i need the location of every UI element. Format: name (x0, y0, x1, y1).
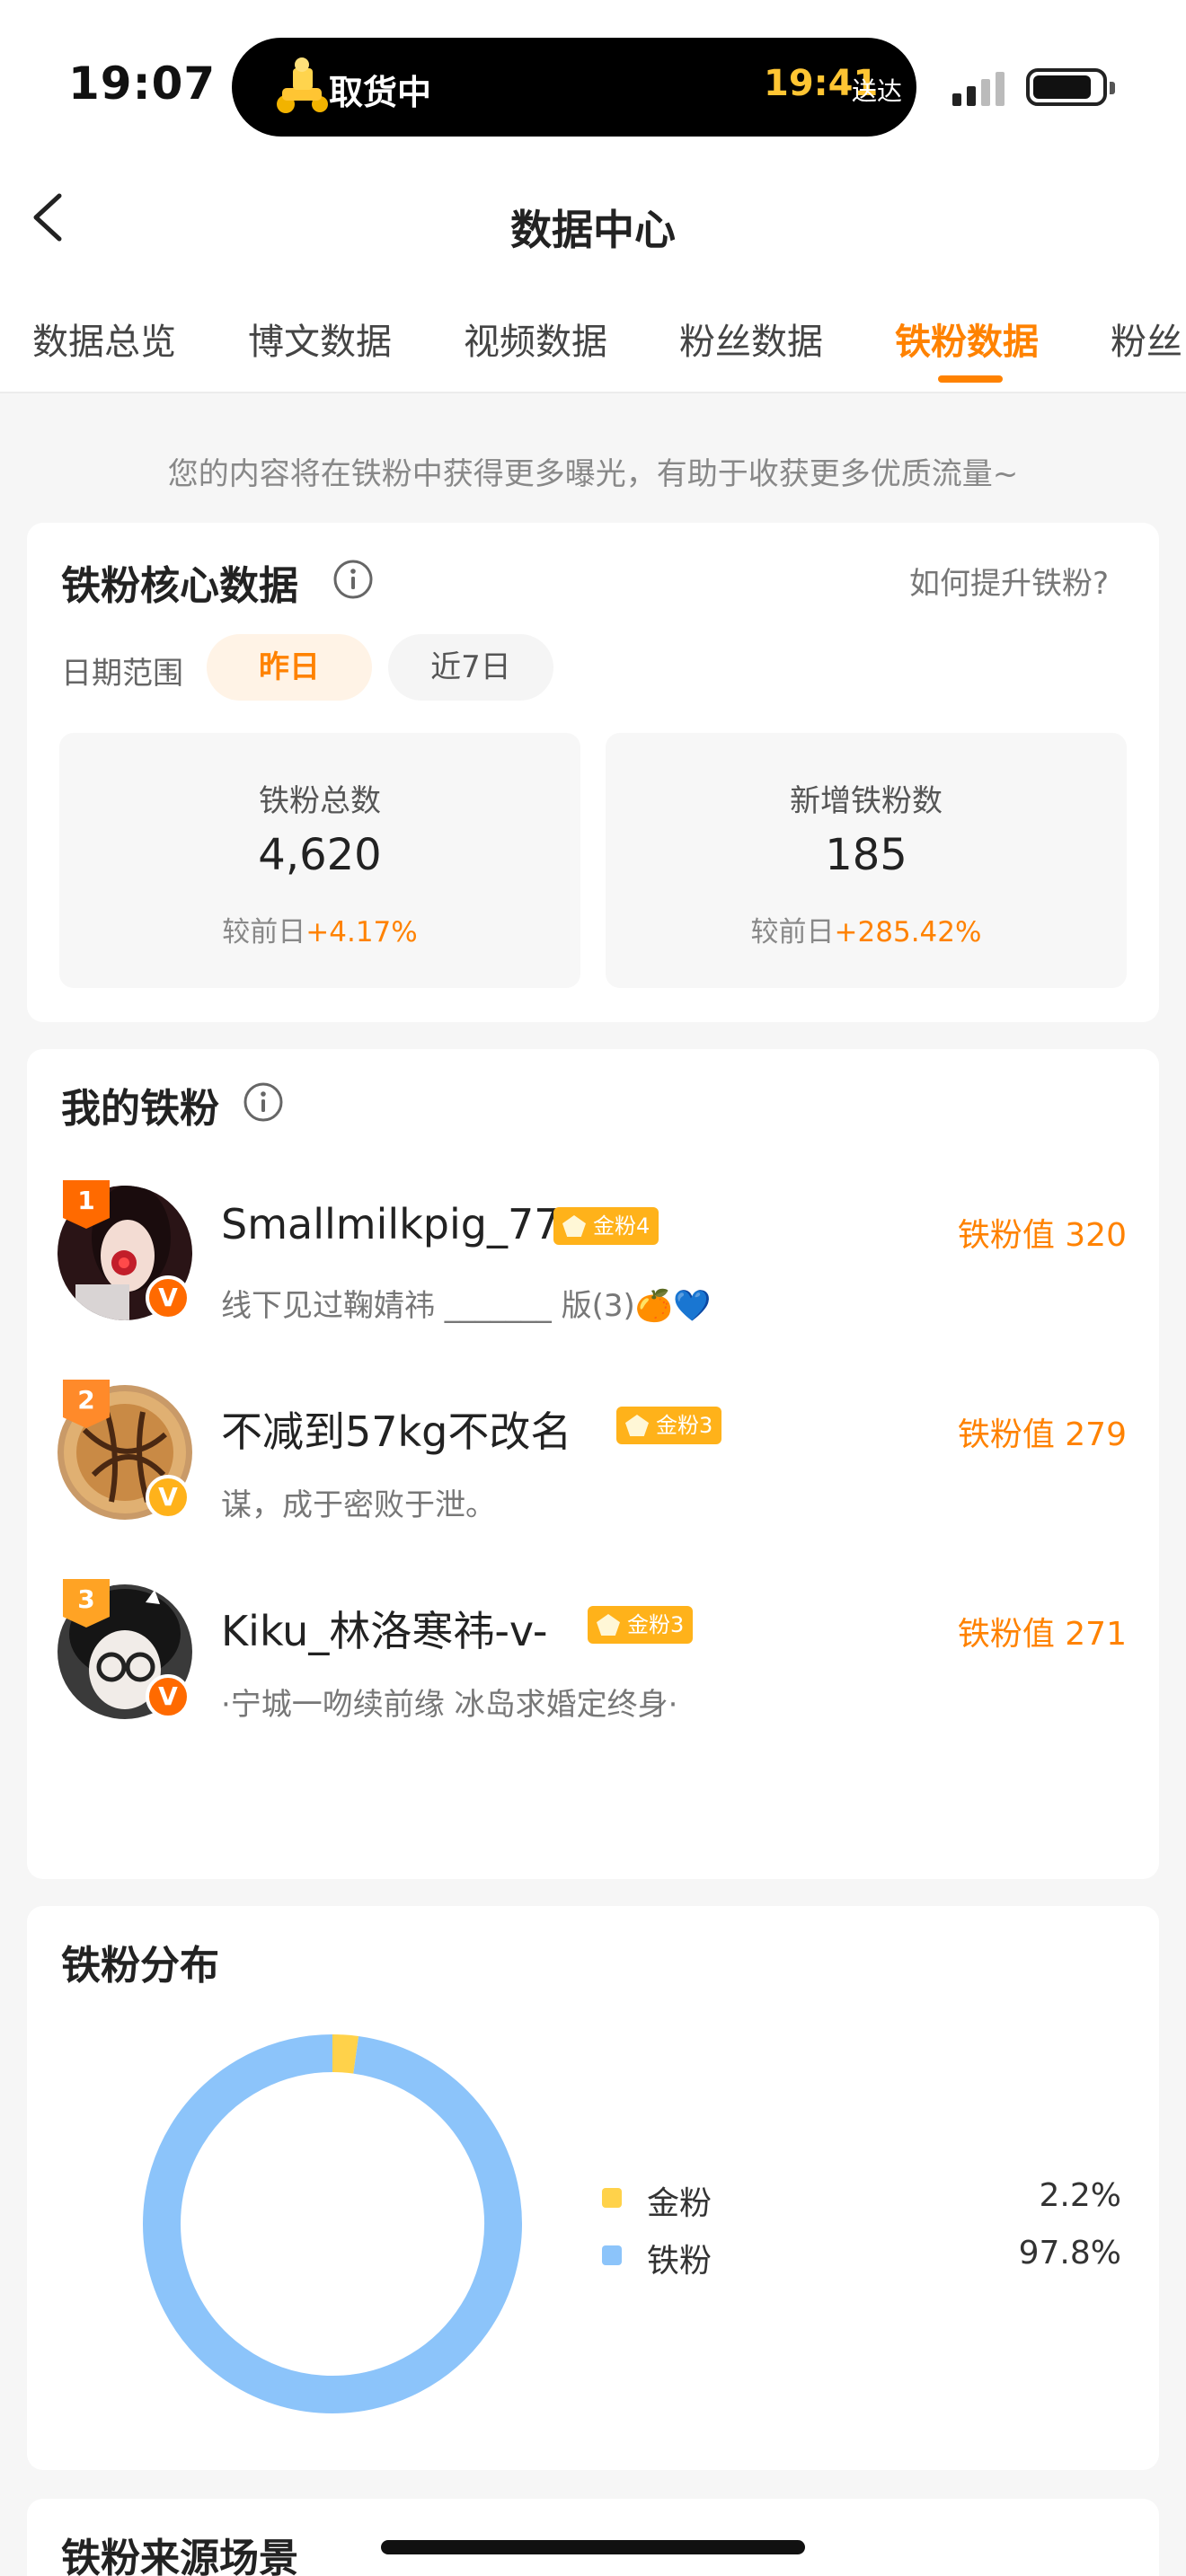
delivery-scooter-icon (277, 57, 328, 113)
rank-badge-icon: 3 (63, 1579, 110, 1628)
distribution-title: 铁粉分布 (61, 1943, 219, 1989)
my-iron-fans-card: 我的铁粉 1 V Smallmilkpig_77 金粉4 线下见过鞠婧祎 ___… (27, 1049, 1159, 1879)
stat-label: 铁粉总数 (259, 783, 381, 819)
home-indicator[interactable] (381, 2540, 805, 2554)
gold-fan-medal: 金粉3 (588, 1606, 694, 1644)
status-bar: 19:07 取货中 19:41 送达 (0, 0, 1186, 162)
island-status-text: 取货中 (329, 73, 432, 112)
fan-name[interactable]: 不减到57kg不改名 (221, 1399, 571, 1459)
exposure-tip: 您的内容将在铁粉中获得更多曝光，有助于收获更多优质流量~ (167, 456, 1019, 492)
iron-fan-value: 铁粉值 279 (957, 1416, 1127, 1453)
page-title: 数据中心 (510, 206, 676, 254)
fan-name[interactable]: Kiku_林洛寒祎-v- (221, 1599, 548, 1658)
tab-post-data[interactable]: 博文数据 (248, 313, 392, 365)
nav-header: 数据中心 (0, 162, 1186, 269)
iron-fan-value: 铁粉值 271 (957, 1616, 1127, 1653)
svg-text:3: 3 (77, 1584, 94, 1614)
stat-label: 新增铁粉数 (790, 783, 943, 819)
fan-list-item[interactable]: 1 V Smallmilkpig_77 金粉4 线下见过鞠婧祎 _______ … (27, 1180, 1159, 1329)
dynamic-island-delivery[interactable]: 取货中 19:41 送达 (232, 38, 916, 137)
legend-swatch (602, 2188, 622, 2208)
fan-bio: 线下见过鞠婧祎 _______ 版(3)🍊💙 (221, 1288, 712, 1324)
core-card-title: 铁粉核心数据 (61, 563, 298, 609)
verified-badge-icon: V (146, 1275, 190, 1320)
legend-item-gold-fans: 金粉 2.2% (591, 2177, 1121, 2222)
tab-iron-fans-data[interactable]: 铁粉数据 (895, 313, 1039, 365)
legend-percent: 2.2% (1039, 2177, 1121, 2214)
new-iron-fans-stat: 新增铁粉数 185 较前日+285.42% (606, 733, 1127, 988)
range-7days-button[interactable]: 近7日 (388, 634, 553, 701)
active-tab-indicator (938, 375, 1003, 383)
info-icon[interactable] (243, 1081, 284, 1123)
donut-slice-iron-fans (143, 2034, 522, 2413)
info-icon[interactable] (332, 559, 374, 600)
svg-text:1: 1 (77, 1186, 94, 1215)
iron-fans-distribution-card: 铁粉分布 金粉 2.2% 铁粉 97.8% (27, 1906, 1159, 2470)
legend-percent: 97.8% (1018, 2235, 1121, 2272)
fan-bio: 谋，成于密败于泄。 (221, 1487, 496, 1523)
verified-badge-icon: V (146, 1674, 190, 1719)
legend-swatch (602, 2245, 622, 2265)
tab-overview[interactable]: 数据总览 (32, 313, 176, 365)
total-iron-fans-stat: 铁粉总数 4,620 较前日+4.17% (59, 733, 580, 988)
island-eta-suffix: 送达 (852, 76, 903, 106)
how-to-improve-link[interactable]: 如何提升铁粉? (909, 559, 1109, 603)
cellular-signal-icon (952, 70, 1010, 106)
tab-fans-data[interactable]: 粉丝数据 (679, 313, 823, 365)
stat-comparison: 较前日+285.42% (750, 916, 982, 948)
range-yesterday-button[interactable]: 昨日 (207, 634, 372, 701)
my-fans-title: 我的铁粉 (61, 1086, 219, 1132)
distribution-donut-chart (143, 2034, 522, 2413)
donut-slice-gold-fans (332, 2034, 359, 2074)
iron-fans-source-card: 铁粉来源场景 (27, 2499, 1159, 2576)
fan-list-item[interactable]: 2 V 不减到57kg不改名 金粉3 谋，成于密败于泄。 铁粉值 279 (27, 1380, 1159, 1529)
stat-comparison: 较前日+4.17% (222, 916, 418, 948)
gold-fan-medal: 金粉3 (616, 1407, 722, 1444)
fan-list-item[interactable]: 3 V Kiku_林洛寒祎-v- 金粉3 ·宁城一吻续前缘 冰岛求婚定终身· 铁… (27, 1579, 1159, 1728)
legend-item-iron-fans: 铁粉 97.8% (591, 2235, 1121, 2280)
source-title: 铁粉来源场景 (61, 2536, 298, 2576)
gold-fan-medal: 金粉4 (553, 1207, 659, 1245)
stat-value: 4,620 (258, 830, 382, 880)
rank-badge-icon: 2 (63, 1380, 110, 1428)
svg-text:2: 2 (77, 1385, 94, 1415)
tab-bar: 数据总览 博文数据 视频数据 粉丝数据 铁粉数据 粉丝 (0, 269, 1186, 393)
legend-name: 铁粉 (647, 2243, 712, 2280)
status-time: 19:07 (68, 57, 217, 110)
tab-fans-more[interactable]: 粉丝 (1111, 313, 1182, 365)
rank-badge-icon: 1 (63, 1180, 110, 1229)
stat-value: 185 (825, 830, 907, 880)
fan-bio: ·宁城一吻续前缘 冰岛求婚定终身· (221, 1687, 678, 1723)
fan-name[interactable]: Smallmilkpig_77 (221, 1200, 560, 1248)
iron-fans-core-card: 铁粉核心数据 如何提升铁粉? 日期范围 昨日 近7日 铁粉总数 4,620 较前… (27, 523, 1159, 1022)
battery-icon (1026, 68, 1115, 106)
tab-video-data[interactable]: 视频数据 (464, 313, 607, 365)
date-range-label: 日期范围 (61, 656, 183, 692)
legend-name: 金粉 (647, 2185, 712, 2222)
iron-fan-value: 铁粉值 320 (957, 1217, 1127, 1254)
verified-badge-icon: V (146, 1475, 190, 1520)
